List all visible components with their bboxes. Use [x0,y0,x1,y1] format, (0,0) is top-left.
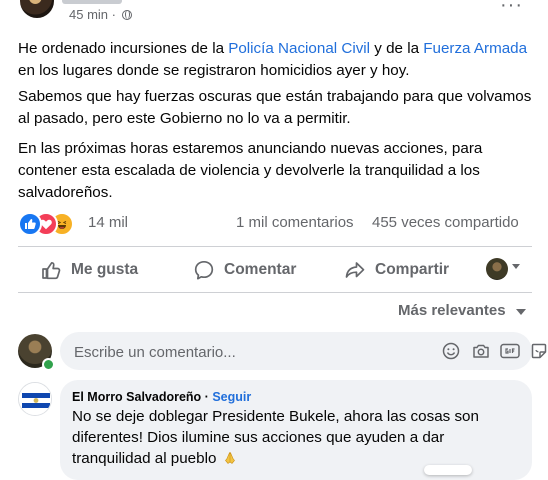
post-paragraph-2: Sabemos que hay fuerzas oscuras que está… [18,88,532,127]
timestamp-text[interactable]: 45 min [69,7,108,22]
globe-icon [121,10,132,20]
comment-label: Comentar [224,261,297,278]
gif-icon[interactable] [500,342,520,360]
more-options-icon[interactable]: ··· [500,0,523,17]
online-status-dot [42,358,55,371]
follow-button[interactable]: Seguir [212,390,251,404]
divider [18,292,532,293]
comment-icon [194,260,214,280]
author-name-cropped[interactable] [62,0,122,4]
separator-dot: · [201,390,213,404]
share-label: Compartir [375,261,450,278]
comment-text: No se deje doblegar Presidente Bukele, a… [72,406,492,469]
share-icon [345,262,365,278]
praying-hands-icon [224,452,235,464]
post-paragraph-1: He ordenado incursiones de la Policía Na… [18,38,533,82]
share-count[interactable]: 455 veces compartido [372,214,519,231]
chevron-down-icon[interactable] [512,264,520,269]
separator-dot: · [111,7,116,22]
like-icon [18,212,42,236]
author-avatar[interactable] [20,0,54,18]
comment-reaction-badge[interactable] [424,465,472,475]
reaction-as-avatar[interactable] [486,258,508,280]
comment-input[interactable] [72,332,436,372]
like-button[interactable]: Me gusta [40,255,138,285]
camera-icon[interactable] [472,342,490,360]
comment-sort-dropdown[interactable]: Más relevantes [398,302,506,319]
post-text: y de la [370,40,424,57]
emoji-icon[interactable] [442,342,460,360]
comment-count[interactable]: 1 mil comentarios [236,214,354,231]
comment-header: El Morro Salvadoreño · Seguir [72,390,251,404]
el-salvador-flag-image [19,383,51,415]
link-fuerza-armada[interactable]: Fuerza Armada [423,40,527,57]
post-text: en los lugares donde se registraron homi… [18,62,410,79]
sticker-icon[interactable] [530,342,548,360]
comment-body: No se deje doblegar Presidente Bukele, a… [72,408,479,467]
post-paragraph-3: En las próximas horas estaremos anuncian… [18,140,483,201]
comment-composer[interactable] [60,332,547,372]
link-policia-nacional-civil[interactable]: Policía Nacional Civil [228,40,370,57]
like-label: Me gusta [71,261,139,278]
divider [18,246,532,247]
caret-down-icon[interactable] [516,309,526,315]
post-text: He ordenado incursiones de la [18,40,229,57]
thumbs-up-icon [42,261,61,280]
comment-author[interactable]: El Morro Salvadoreño [72,390,201,404]
reaction-count[interactable]: 14 mil [88,214,128,231]
commenter-avatar[interactable] [18,382,52,416]
post-timestamp[interactable]: 45 min · [69,7,132,22]
comment-button[interactable]: Comentar [193,255,296,285]
share-button[interactable]: Compartir [344,255,449,285]
